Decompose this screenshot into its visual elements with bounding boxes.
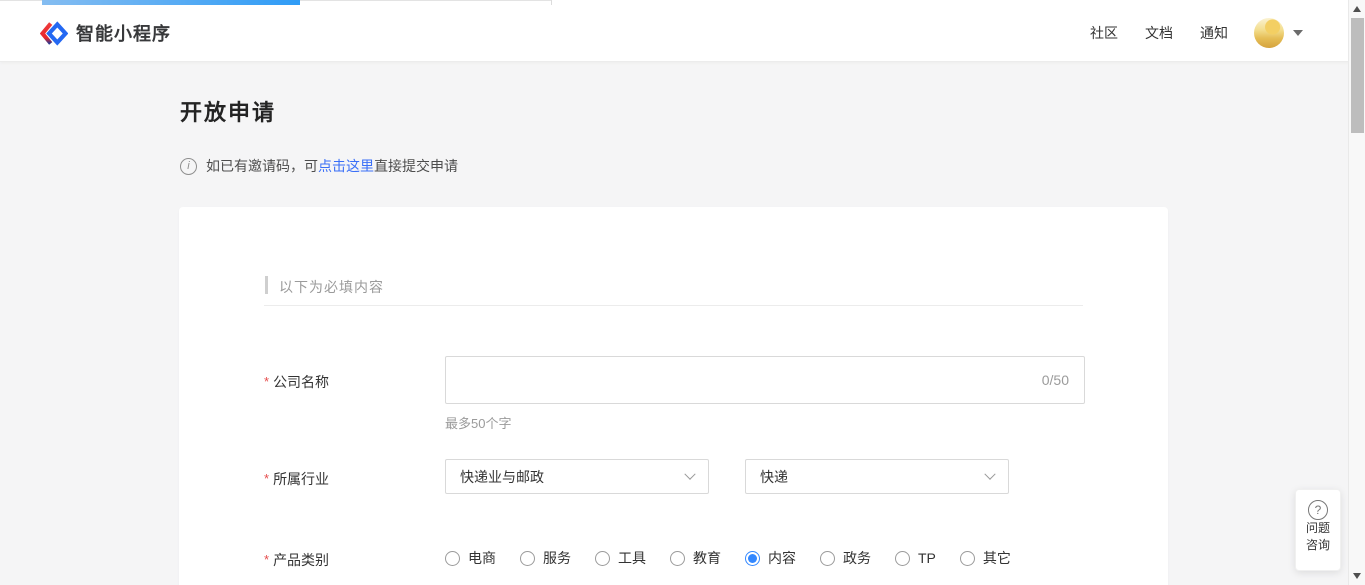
radio-label: TP [918,550,936,566]
help-consult-widget[interactable]: ? 问题 咨询 [1295,489,1341,571]
loading-progress-bar [42,0,300,5]
company-name-field-wrap: 0/50 [445,356,1085,404]
product-category-label-text: 产品类别 [273,552,329,568]
vertical-scrollbar[interactable] [1348,0,1365,585]
radio-option-education[interactable]: 教育 [670,548,721,568]
header-nav: 社区 文档 通知 [1063,18,1303,48]
industry-label-text: 所属行业 [273,471,329,487]
industry-secondary-value: 快递 [760,467,788,487]
industry-label: * 所属行业 [264,469,329,489]
section-title: 以下为必填内容 [279,277,384,297]
product-category-label: * 产品类别 [264,550,329,570]
screen: 智能小程序 社区 文档 通知 开放申请 i 如已有邀请码，可 点击这里 直接提交… [0,0,1365,585]
section-marker-bar [265,276,268,294]
radio-icon[interactable] [445,551,460,566]
scrollbar-thumb[interactable] [1351,18,1364,133]
radio-icon[interactable] [595,551,610,566]
company-name-label: * 公司名称 [264,372,329,392]
avatar[interactable] [1254,18,1284,48]
click-here-link[interactable]: 点击这里 [318,156,374,176]
notice-prefix: 如已有邀请码，可 [206,156,318,176]
radio-icon[interactable] [520,551,535,566]
radio-label: 内容 [768,548,796,568]
chevron-down-icon [984,468,995,479]
page-title: 开放申请 [180,95,276,127]
question-mark-icon: ? [1308,500,1328,520]
radio-icon[interactable] [960,551,975,566]
app-logo[interactable]: 智能小程序 [40,20,171,47]
radio-option-content[interactable]: 内容 [745,548,796,568]
radio-icon[interactable] [895,551,910,566]
required-mark: * [264,552,269,567]
chevron-down-icon [1293,30,1303,36]
info-icon: i [180,158,197,175]
radio-label: 其它 [983,548,1011,568]
company-name-hint: 最多50个字 [445,413,511,432]
chevron-down-icon [684,468,695,479]
industry-primary-value: 快递业与邮政 [460,467,544,487]
company-name-input[interactable] [445,356,1085,404]
notice-suffix: 直接提交申请 [374,156,458,176]
user-menu[interactable] [1254,18,1303,48]
radio-option-government[interactable]: 政务 [820,548,871,568]
radio-option-tools[interactable]: 工具 [595,548,646,568]
radio-option-service[interactable]: 服务 [520,548,571,568]
invite-code-notice: i 如已有邀请码，可 点击这里 直接提交申请 [180,156,458,176]
nav-community[interactable]: 社区 [1090,23,1118,43]
help-widget-line1: 问题 [1306,520,1330,537]
radio-label: 工具 [618,548,646,568]
radio-label: 服务 [543,548,571,568]
industry-secondary-select[interactable]: 快递 [745,459,1009,494]
top-edge-line [551,0,552,5]
radio-option-tp[interactable]: TP [895,550,936,566]
app-logo-text: 智能小程序 [76,20,171,46]
radio-option-other[interactable]: 其它 [960,548,1011,568]
industry-primary-select[interactable]: 快递业与邮政 [445,459,709,494]
radio-label: 教育 [693,548,721,568]
radio-label: 政务 [843,548,871,568]
radio-label: 电商 [468,548,496,568]
scroll-up-arrow-icon[interactable] [1353,6,1361,12]
scroll-down-arrow-icon[interactable] [1353,573,1361,579]
help-widget-line2: 咨询 [1306,537,1330,554]
radio-option-ecommerce[interactable]: 电商 [445,548,496,568]
radio-icon[interactable] [745,551,760,566]
nav-docs[interactable]: 文档 [1145,23,1173,43]
company-name-label-text: 公司名称 [273,374,329,390]
product-category-options: 电商 服务 工具 教育 内容 政务 TP 其它 [445,548,1035,568]
radio-icon[interactable] [670,551,685,566]
radio-icon[interactable] [820,551,835,566]
app-logo-icon [40,20,68,47]
section-divider [264,305,1083,306]
required-mark: * [264,471,269,486]
top-header: 智能小程序 社区 文档 通知 [0,5,1365,62]
required-mark: * [264,374,269,389]
top-loading-strip [0,0,1365,5]
nav-notifications[interactable]: 通知 [1200,23,1228,43]
